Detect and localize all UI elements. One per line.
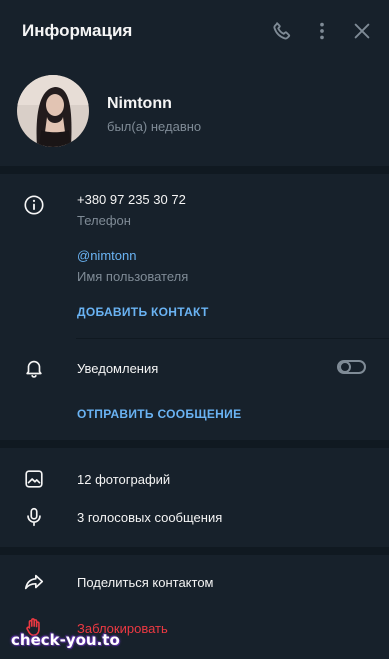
profile-status: был(а) недавно	[107, 119, 202, 134]
photos-link[interactable]: 12 фотографий	[77, 472, 170, 487]
phone-label: Телефон	[77, 213, 131, 228]
add-contact-button[interactable]: ДОБАВИТЬ КОНТАКТ	[77, 305, 209, 319]
notifications-toggle[interactable]	[337, 360, 366, 374]
toggle-knob	[339, 361, 351, 373]
section-divider	[0, 166, 389, 174]
username-link[interactable]: @nimtonn	[77, 248, 136, 263]
row-divider	[76, 338, 389, 339]
photo-icon	[23, 468, 45, 490]
panel-title: Информация	[22, 21, 133, 40]
phone-number[interactable]: +380 97 235 30 72	[77, 192, 186, 207]
bell-icon	[23, 357, 45, 379]
microphone-icon	[23, 506, 45, 528]
share-icon	[23, 571, 45, 593]
phone-icon[interactable]	[271, 20, 293, 42]
profile-section: Nimtonn был(а) недавно	[0, 62, 389, 166]
share-contact-button[interactable]: Поделиться контактом	[77, 575, 214, 590]
username-label: Имя пользователя	[77, 269, 189, 284]
avatar[interactable]	[17, 75, 89, 147]
voice-messages-link[interactable]: 3 голосовых сообщения	[77, 510, 222, 525]
notifications-label: Уведомления	[77, 361, 159, 376]
more-vertical-icon[interactable]	[311, 20, 333, 42]
profile-name: Nimtonn	[107, 95, 172, 112]
watermark: check-you.to	[11, 631, 120, 649]
section-divider	[0, 440, 389, 448]
close-icon[interactable]	[351, 20, 373, 42]
send-message-button[interactable]: ОТПРАВИТЬ СООБЩЕНИЕ	[77, 407, 241, 421]
section-divider	[0, 547, 389, 555]
panel-header: Информация	[0, 0, 389, 62]
info-icon	[23, 194, 45, 216]
